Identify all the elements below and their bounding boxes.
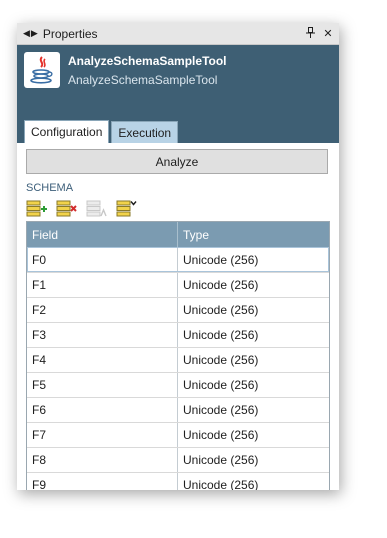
field-cell[interactable]: F6 <box>27 398 178 422</box>
table-row[interactable]: F2 Unicode (256) <box>27 297 329 322</box>
type-cell[interactable]: Unicode (256) <box>178 273 329 297</box>
type-cell[interactable]: Unicode (256) <box>178 473 329 490</box>
field-cell[interactable]: F0 <box>27 248 178 272</box>
table-row[interactable]: F0 Unicode (256) <box>27 247 329 272</box>
panel-nav-arrows: ◀ ▶ <box>23 28 38 39</box>
type-cell[interactable]: Unicode (256) <box>178 298 329 322</box>
type-cell[interactable]: Unicode (256) <box>178 323 329 347</box>
tool-name: AnalyzeSchemaSampleTool <box>68 54 227 68</box>
field-cell[interactable]: F5 <box>27 373 178 397</box>
type-cell[interactable]: Unicode (256) <box>178 248 329 272</box>
configuration-content: Analyze SCHEMA Field Type F0 Unicode (25… <box>17 143 339 490</box>
field-cell[interactable]: F2 <box>27 298 178 322</box>
pin-icon[interactable] <box>303 26 317 41</box>
field-cell[interactable]: F8 <box>27 448 178 472</box>
properties-panel: ◀ ▶ Properties ✕ AnalyzeSchemaSampleTool… <box>17 23 339 490</box>
panel-titlebar: ◀ ▶ Properties ✕ <box>17 23 339 45</box>
type-cell[interactable]: Unicode (256) <box>178 373 329 397</box>
back-arrow-icon[interactable]: ◀ <box>23 28 30 39</box>
tool-header: AnalyzeSchemaSampleTool AnalyzeSchemaSam… <box>17 45 339 143</box>
add-field-icon[interactable] <box>26 200 47 217</box>
table-row[interactable]: F6 Unicode (256) <box>27 397 329 422</box>
schema-toolbar <box>26 199 330 217</box>
field-cell[interactable]: F9 <box>27 473 178 490</box>
table-row[interactable]: F4 Unicode (256) <box>27 347 329 372</box>
java-icon <box>24 52 60 88</box>
table-row[interactable]: F8 Unicode (256) <box>27 447 329 472</box>
table-row[interactable]: F7 Unicode (256) <box>27 422 329 447</box>
analyze-button[interactable]: Analyze <box>26 149 328 174</box>
delete-field-icon[interactable] <box>56 200 77 217</box>
type-cell[interactable]: Unicode (256) <box>178 448 329 472</box>
panel-title: Properties <box>42 26 98 41</box>
close-icon[interactable]: ✕ <box>321 27 335 40</box>
table-row[interactable]: F3 Unicode (256) <box>27 322 329 347</box>
config-tabs: Configuration Execution <box>24 120 180 143</box>
schema-grid: Field Type F0 Unicode (256) F1 Unicode (… <box>26 221 330 490</box>
grid-header: Field Type <box>27 222 329 247</box>
tool-subtitle: AnalyzeSchemaSampleTool <box>68 73 218 87</box>
type-cell[interactable]: Unicode (256) <box>178 398 329 422</box>
forward-arrow-icon[interactable]: ▶ <box>31 28 38 39</box>
table-row[interactable]: F5 Unicode (256) <box>27 372 329 397</box>
field-cell[interactable]: F7 <box>27 423 178 447</box>
type-cell[interactable]: Unicode (256) <box>178 423 329 447</box>
field-cell[interactable]: F4 <box>27 348 178 372</box>
table-row[interactable]: F9 Unicode (256) <box>27 472 329 490</box>
field-cell[interactable]: F1 <box>27 273 178 297</box>
field-options-dropdown-icon[interactable] <box>116 200 137 217</box>
rename-field-icon-disabled[interactable] <box>86 200 107 217</box>
tab-configuration[interactable]: Configuration <box>24 120 110 143</box>
schema-section-label: SCHEMA <box>26 182 74 194</box>
field-cell[interactable]: F3 <box>27 323 178 347</box>
tab-execution[interactable]: Execution <box>111 121 179 143</box>
table-row[interactable]: F1 Unicode (256) <box>27 272 329 297</box>
column-header-field[interactable]: Field <box>27 222 178 247</box>
column-header-type[interactable]: Type <box>178 222 329 247</box>
type-cell[interactable]: Unicode (256) <box>178 348 329 372</box>
